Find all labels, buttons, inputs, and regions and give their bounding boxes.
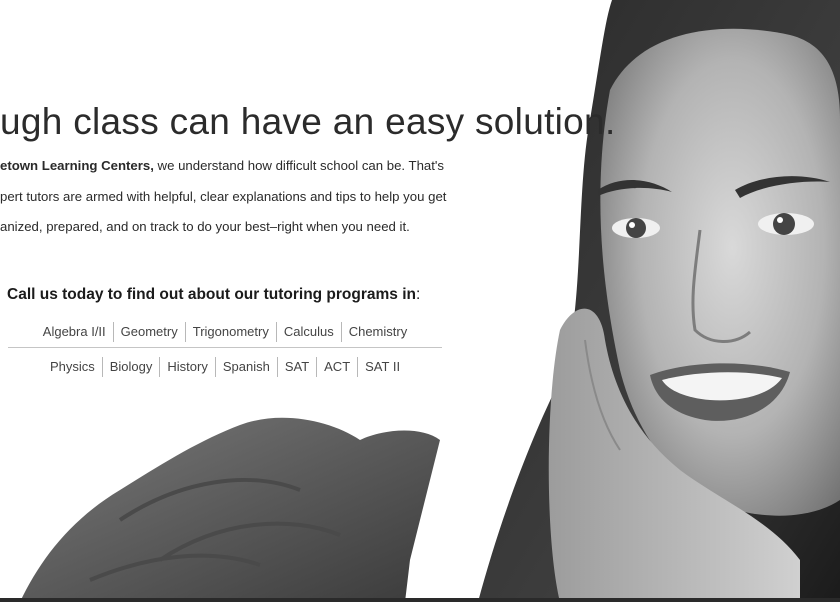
- subjects-row-1: Algebra I/II Geometry Trigonometry Calcu…: [8, 321, 442, 343]
- subject-item: Calculus: [275, 322, 341, 342]
- subject-item: Geometry: [112, 322, 185, 342]
- body-line-1: etown Learning Centers, we understand ho…: [0, 158, 444, 173]
- call-to-action: Call us today to find out about our tuto…: [7, 286, 420, 304]
- subject-item: Chemistry: [340, 322, 415, 342]
- subject-item: ACT: [316, 357, 357, 377]
- body-line-3: anized, prepared, and on track to do you…: [0, 219, 410, 234]
- cta-colon: :: [416, 286, 421, 303]
- subject-item: Spanish: [214, 357, 277, 377]
- body-line-1-text: we understand how difficult school can b…: [153, 158, 445, 173]
- subjects-row-2: Physics Biology History Spanish SAT ACT …: [8, 356, 442, 378]
- subject-item: Algebra I/II: [42, 324, 106, 339]
- subject-item: SAT: [276, 357, 316, 377]
- subjects-divider: [8, 347, 442, 348]
- subject-item: Physics: [49, 359, 95, 374]
- subject-item: History: [159, 357, 214, 377]
- subject-item: Biology: [101, 357, 160, 377]
- subject-item: SAT II: [357, 357, 407, 377]
- subject-item: Trigonometry: [184, 322, 276, 342]
- body-line-2: pert tutors are armed with helpful, clea…: [0, 189, 447, 204]
- center-name: etown Learning Centers,: [0, 158, 154, 173]
- cta-text: Call us today to find out about our tuto…: [7, 286, 417, 303]
- headline: ugh class can have an easy solution.: [0, 101, 616, 142]
